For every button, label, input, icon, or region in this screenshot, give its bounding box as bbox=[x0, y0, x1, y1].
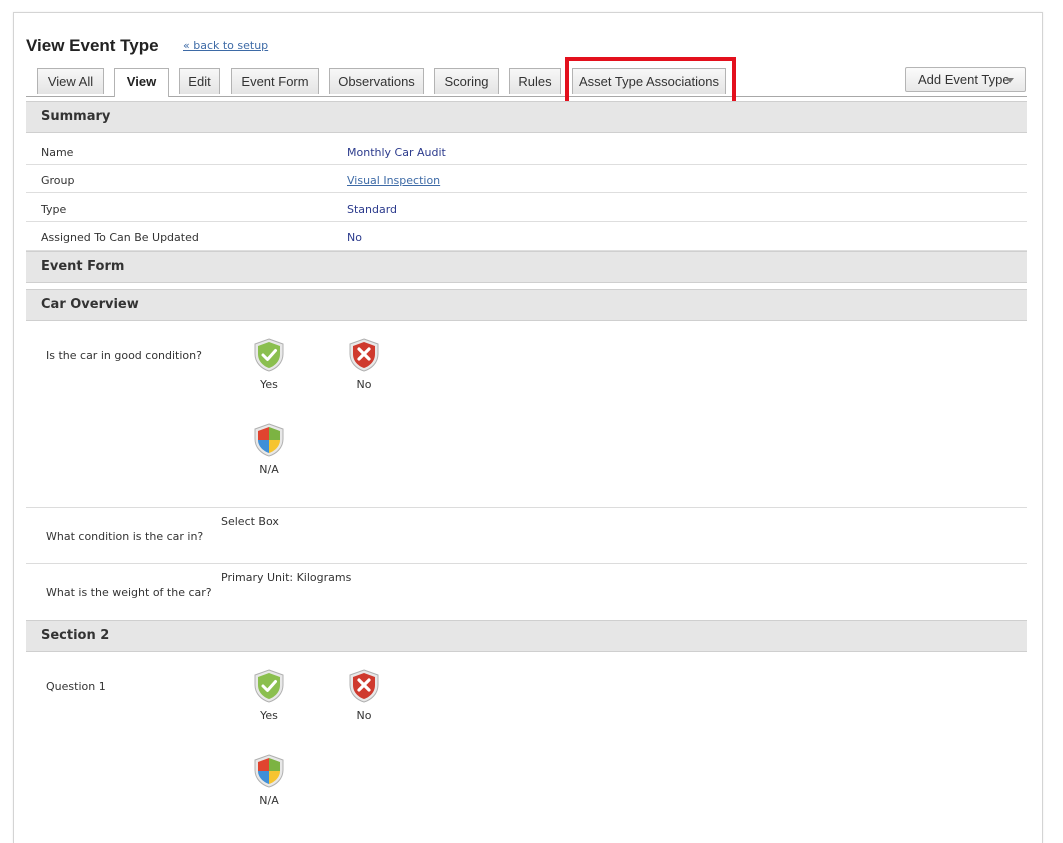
tab-bar: View All View Edit Event Form Observatio… bbox=[26, 68, 1027, 97]
group-link[interactable]: Visual Inspection bbox=[347, 174, 440, 187]
add-event-type-label: Add Event Type bbox=[918, 72, 1010, 87]
chevron-down-icon bbox=[1006, 78, 1014, 83]
option-yes[interactable]: Yes bbox=[249, 669, 289, 722]
option-label: No bbox=[356, 709, 372, 722]
summary-label: Name bbox=[41, 146, 74, 159]
na-shield-icon bbox=[254, 754, 284, 788]
option-label: No bbox=[356, 378, 372, 391]
summary-row-group: Group Visual Inspection bbox=[26, 165, 1027, 193]
summary-row-assigned: Assigned To Can Be Updated No bbox=[26, 222, 1027, 251]
summary-value: No bbox=[347, 231, 362, 244]
field-type: Select Box bbox=[221, 515, 279, 528]
summary-value: Monthly Car Audit bbox=[347, 146, 446, 159]
option-na[interactable]: N/A bbox=[249, 754, 289, 807]
summary-row-type: Type Standard bbox=[26, 193, 1027, 222]
summary-label: Type bbox=[41, 203, 67, 216]
tab-scoring[interactable]: Scoring bbox=[434, 68, 499, 94]
fail-shield-icon bbox=[349, 338, 379, 372]
tab-rules[interactable]: Rules bbox=[509, 68, 561, 94]
summary-row-name: Name Monthly Car Audit bbox=[26, 137, 1027, 165]
page-title: View Event Type bbox=[26, 36, 159, 55]
summary-label: Assigned To Can Be Updated bbox=[41, 231, 199, 244]
option-label: Yes bbox=[260, 378, 278, 391]
row-divider bbox=[26, 507, 1027, 508]
option-label: Yes bbox=[260, 709, 278, 722]
question-text: Is the car in good condition? bbox=[46, 349, 202, 362]
option-no[interactable]: No bbox=[344, 669, 384, 722]
na-shield-icon bbox=[254, 423, 284, 457]
add-event-type-button[interactable]: Add Event Type bbox=[905, 67, 1026, 92]
tab-view[interactable]: View bbox=[114, 68, 169, 97]
tab-observations[interactable]: Observations bbox=[329, 68, 424, 94]
option-na[interactable]: N/A bbox=[249, 423, 289, 476]
tab-view-all[interactable]: View All bbox=[37, 68, 104, 94]
summary-header: Summary bbox=[26, 101, 1027, 133]
option-label: N/A bbox=[259, 794, 279, 807]
row-divider bbox=[26, 563, 1027, 564]
summary-label: Group bbox=[41, 174, 75, 187]
summary-value: Standard bbox=[347, 203, 398, 216]
question-text: What condition is the car in? bbox=[46, 530, 204, 543]
fail-shield-icon bbox=[349, 669, 379, 703]
option-label: N/A bbox=[259, 463, 279, 476]
back-to-setup-link[interactable]: « back to setup bbox=[183, 39, 268, 52]
section-header-section-2: Section 2 bbox=[26, 620, 1027, 652]
tab-event-form[interactable]: Event Form bbox=[231, 68, 319, 94]
section-header-car-overview: Car Overview bbox=[26, 289, 1027, 321]
question-text: What is the weight of the car? bbox=[46, 586, 212, 599]
pass-shield-icon bbox=[254, 669, 284, 703]
question-text: Question 1 bbox=[46, 680, 106, 693]
option-no[interactable]: No bbox=[344, 338, 384, 391]
tab-edit[interactable]: Edit bbox=[179, 68, 220, 94]
pass-shield-icon bbox=[254, 338, 284, 372]
event-form-header: Event Form bbox=[26, 251, 1027, 283]
field-type: Primary Unit: Kilograms bbox=[221, 571, 352, 584]
option-yes[interactable]: Yes bbox=[249, 338, 289, 391]
